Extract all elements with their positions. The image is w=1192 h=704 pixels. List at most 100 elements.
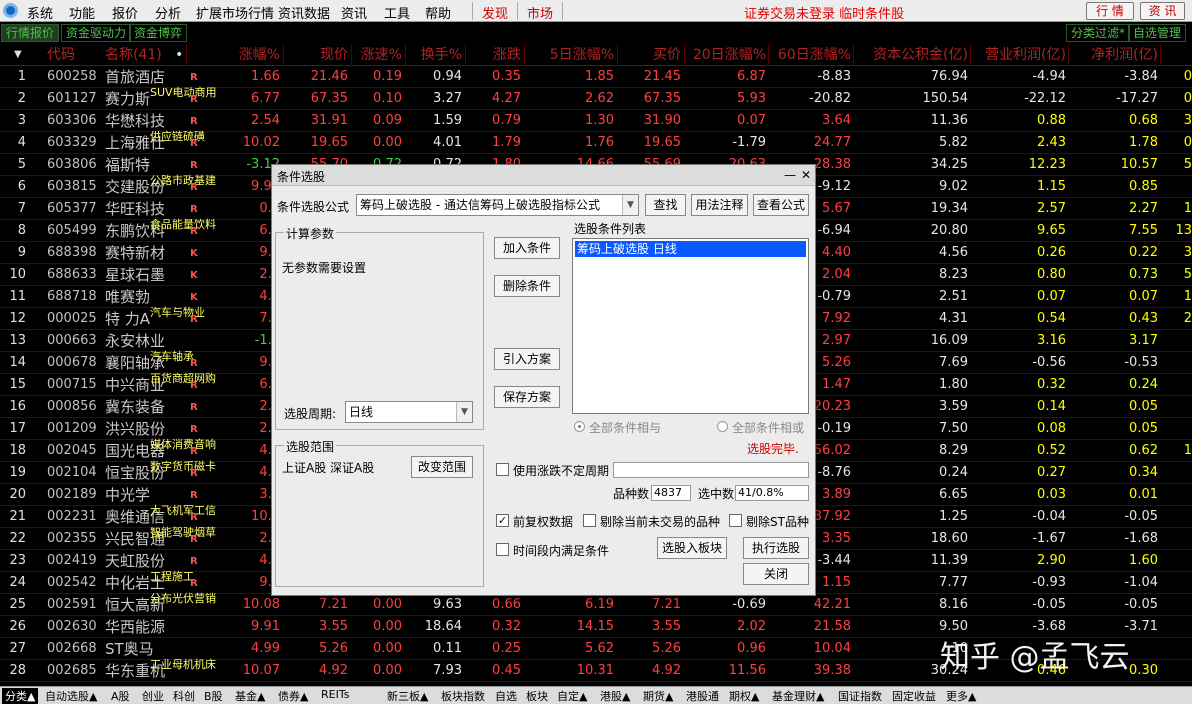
table-row[interactable]: 4 603329 上海雅仕 供应链硫磺 R 10.02 19.65 0.00 4.01 1.79 1… — [0, 130, 1192, 154]
table-row[interactable]: 25 002591 恒大高新 分布光伏营销 10.08 7.21 0.00 9.63 0.66 6… — [0, 592, 1192, 616]
tab-capital-drive[interactable]: 资金驱动力 — [61, 24, 132, 42]
cell-extra — [1162, 528, 1192, 550]
bottom-tab[interactable]: 期权▲ — [729, 688, 759, 704]
close-icon[interactable]: ✕ — [801, 168, 811, 182]
period-select[interactable]: 日线 ▼ — [345, 401, 473, 423]
use-variable-period-checkbox[interactable] — [496, 463, 509, 476]
col-60d-change[interactable]: 60日涨幅% — [770, 45, 851, 65]
bottom-tab[interactable]: 创业 — [142, 688, 164, 704]
bottom-tab[interactable]: 分类▲ — [2, 688, 39, 704]
bottom-tab[interactable]: 港股通 — [686, 688, 719, 704]
add-to-block-button[interactable]: 选股入板块 — [657, 537, 727, 559]
menu-discover[interactable]: 发现 — [482, 3, 508, 22]
col-net-profit[interactable]: 净利润(亿) — [1070, 45, 1158, 65]
view-tabs: 行情报价 资金驱动力 资金博弈 分类过滤* 自选管理 — [0, 23, 1192, 43]
col-speed[interactable]: 涨速% — [353, 45, 402, 65]
cell-np: 2.27 — [1129, 201, 1158, 216]
col-price[interactable]: 现价 — [286, 45, 348, 65]
menu-function[interactable]: 功能 — [69, 3, 95, 22]
import-plan-button[interactable]: 引入方案 — [494, 348, 560, 370]
execute-pick-button[interactable]: 执行选股 — [743, 537, 809, 559]
cell-d20: 11.56 — [728, 663, 766, 678]
menu-market[interactable]: 市场 — [527, 3, 553, 22]
news-button[interactable]: 资 讯 — [1140, 2, 1185, 20]
bottom-tab[interactable]: 科创 — [173, 688, 195, 704]
col-operating-profit[interactable]: 营业利润(亿) — [972, 45, 1066, 65]
menu-tools[interactable]: 工具 — [384, 3, 410, 22]
bottom-tab[interactable]: 基金理财▲ — [772, 688, 824, 704]
bottom-tab[interactable]: 新三板▲ — [387, 688, 428, 704]
close-button[interactable]: 关闭 — [743, 563, 809, 585]
col-5d-change[interactable]: 5日涨幅% — [526, 45, 614, 65]
cell-op: 0.27 — [1037, 465, 1066, 480]
change-range-button[interactable]: 改变范围 — [411, 456, 473, 478]
condition-list[interactable]: 筹码上破选股 日线 — [572, 238, 809, 414]
bottom-tab[interactable]: 板块指数 — [441, 688, 485, 704]
menu-info[interactable]: 资讯 — [341, 3, 367, 22]
formula-select[interactable]: 筹码上破选股 - 通达信筹码上破选股指标公式 ▼ — [356, 194, 639, 216]
menu-help[interactable]: 帮助 — [425, 3, 451, 22]
col-name[interactable]: 名称(41) — [105, 45, 162, 65]
cell-chg: 9.91 — [251, 619, 280, 634]
bottom-tab[interactable]: 自选 — [495, 688, 517, 704]
bottom-tab[interactable]: REITs — [321, 688, 349, 701]
col-capital-reserve[interactable]: 资本公积金(亿) — [855, 45, 968, 65]
cell-chg: 9.9 — [259, 355, 280, 370]
bottom-tab[interactable]: 固定收益 — [892, 688, 936, 704]
minimize-icon[interactable]: — — [784, 168, 796, 182]
bottom-tab[interactable]: A股 — [111, 688, 130, 704]
bottom-tab[interactable]: 债券▲ — [278, 688, 308, 704]
bottom-tab[interactable]: 期货▲ — [643, 688, 673, 704]
tab-watchlist-manage[interactable]: 自选管理 — [1128, 24, 1187, 42]
menu-system[interactable]: 系统 — [27, 3, 53, 22]
tab-quote[interactable]: 行情报价 — [1, 24, 60, 42]
menu-quote[interactable]: 报价 — [112, 3, 138, 22]
usage-notes-button[interactable]: 用法注释 — [691, 194, 748, 216]
col-change[interactable]: 涨跌 — [467, 45, 521, 65]
col-change-pct[interactable]: 涨幅% — [190, 45, 280, 65]
exclude-st-checkbox[interactable] — [729, 514, 742, 527]
tab-category-filter[interactable]: 分类过滤* — [1066, 24, 1131, 42]
menu-info-data[interactable]: 资讯数据 — [278, 3, 330, 22]
bottom-tab[interactable]: 基金▲ — [235, 688, 265, 704]
cell-spd: 0.09 — [373, 113, 402, 128]
sort-arrow-icon[interactable]: ▼ — [14, 45, 22, 65]
cell-code: 002045 — [47, 443, 97, 458]
cell-bid: 19.65 — [643, 135, 681, 150]
view-formula-button[interactable]: 查看公式 — [753, 194, 809, 216]
delete-condition-button[interactable]: 删除条件 — [494, 275, 560, 297]
tab-capital-game[interactable]: 资金博弈 — [129, 24, 188, 42]
menu-extended-market[interactable]: 扩展市场行情 — [196, 3, 274, 22]
col-turnover[interactable]: 换手% — [407, 45, 462, 65]
radio-and[interactable] — [574, 421, 585, 432]
bottom-tab[interactable]: B股 — [204, 688, 223, 704]
bottom-tab[interactable]: 自动选股▲ — [45, 688, 97, 704]
chevron-down-icon[interactable]: ▼ — [456, 402, 472, 422]
forward-adjust-checkbox[interactable]: ✓ — [496, 514, 509, 527]
quote-button[interactable]: 行 情 — [1086, 2, 1134, 20]
save-plan-button[interactable]: 保存方案 — [494, 386, 560, 408]
bottom-tab[interactable]: 板块 — [526, 688, 548, 704]
use-variable-period-label: 使用涨跌不定周期 — [513, 464, 610, 478]
add-condition-button[interactable]: 加入条件 — [494, 237, 560, 259]
bottom-tab[interactable]: 自定▲ — [557, 688, 587, 704]
condition-item[interactable]: 筹码上破选股 日线 — [575, 241, 806, 257]
range-text: 上证A股 深证A股 — [282, 461, 375, 475]
radio-or[interactable] — [717, 421, 728, 432]
bottom-tab[interactable]: 更多▲ — [946, 688, 976, 704]
table-row[interactable]: 1 600258 首旅酒店 R 1.66 21.46 0.19 0.94 0.35 1.85 21.… — [0, 66, 1192, 88]
find-button[interactable]: 查找 — [645, 194, 686, 216]
bottom-tab[interactable]: 国证指数 — [838, 688, 882, 704]
col-code[interactable]: 代码 — [47, 45, 75, 65]
col-bid[interactable]: 买价 — [619, 45, 681, 65]
table-row[interactable]: 3 603306 华懋科技 R 2.54 31.91 0.09 1.59 0.79 1.30 31.… — [0, 110, 1192, 132]
header-divider — [405, 44, 406, 66]
time-range-checkbox[interactable] — [496, 543, 509, 556]
col-20d-change[interactable]: 20日涨幅% — [686, 45, 766, 65]
menu-analysis[interactable]: 分析 — [155, 3, 181, 22]
bottom-tab[interactable]: 港股▲ — [600, 688, 630, 704]
chevron-down-icon[interactable]: ▼ — [622, 195, 638, 215]
range-group-label: 选股范围 — [284, 438, 337, 455]
exclude-untraded-checkbox[interactable] — [583, 514, 596, 527]
table-row[interactable]: 2 601127 赛力斯 SUV电动商用 R 6.77 67.35 0.10 3.27 4.27 2… — [0, 86, 1192, 110]
